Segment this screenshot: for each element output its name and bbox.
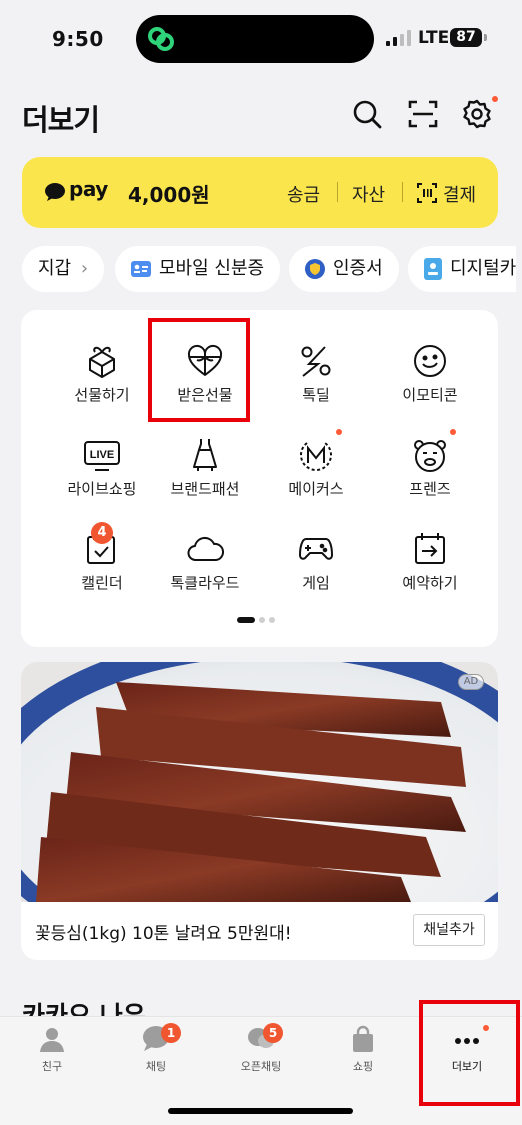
svg-text:LIVE: LIVE [90, 449, 114, 461]
tab-chats[interactable]: 채팅 [104, 1025, 208, 1085]
ad-card[interactable]: AD 꽃등심(1kg) 10톤 날려요 5만원대! 채널추가 [21, 662, 498, 960]
home-indicator[interactable] [168, 1108, 353, 1114]
tab-open-chat[interactable]: 오픈채팅 [209, 1025, 313, 1085]
dress-icon [193, 439, 217, 471]
grid-item-talk-cloud[interactable]: 톡클라우드 [150, 530, 260, 620]
dynamic-island [136, 15, 374, 63]
friends-notification-dot [450, 429, 456, 435]
page-indicator [237, 617, 279, 623]
grid-item-label: 라이브쇼핑 [67, 480, 137, 498]
page-dot [269, 617, 275, 623]
add-channel-button[interactable]: 채널추가 [413, 914, 485, 946]
grid-item-label: 이모티콘 [402, 386, 458, 404]
divider [337, 182, 338, 202]
page-dot [259, 617, 265, 623]
settings-notification-dot [492, 96, 498, 102]
card-icon [424, 258, 442, 280]
person-icon [40, 1028, 64, 1052]
chip-label: 모바일 신분증 [159, 258, 265, 279]
cloud-icon [187, 536, 224, 561]
chip-wallet[interactable]: 지갑 › [22, 246, 105, 292]
highlight-box-more-tab [419, 1000, 520, 1106]
tab-label: 채팅 [145, 1060, 167, 1073]
grid-item-makers[interactable]: 메이커스 [261, 436, 371, 526]
grid-item-talkdeal[interactable]: 톡딜 [261, 342, 371, 432]
shield-icon [305, 259, 325, 279]
chip-certificate[interactable]: 인증서 [289, 246, 399, 292]
grid-item-label: 예약하기 [402, 574, 458, 592]
page-dot-active [237, 617, 255, 623]
highlight-box-received-gift [148, 318, 250, 422]
grid-item-emoticon[interactable]: 이모티콘 [375, 342, 485, 432]
pay-bubble-icon [45, 183, 65, 201]
clock: 9:50 [52, 27, 104, 51]
reservation-icon [415, 533, 445, 564]
ad-badge: AD [458, 674, 484, 690]
tab-friends[interactable]: 친구 [0, 1025, 104, 1085]
transfer-button[interactable]: 송금 [287, 181, 320, 207]
chip-label: 인증서 [333, 258, 383, 279]
grid-item-reservation[interactable]: 예약하기 [375, 530, 485, 620]
barcode-icon [417, 183, 437, 203]
grid-item-label: 톡딜 [302, 386, 330, 404]
grid-item-label: 게임 [302, 574, 330, 592]
link-icon [148, 27, 174, 51]
chevron-right-icon: › [80, 258, 89, 279]
calendar-badge: 4 [91, 522, 113, 544]
friends-bear-icon [414, 440, 446, 472]
grid-item-label: 프렌즈 [409, 480, 451, 498]
tab-label: 쇼핑 [352, 1060, 374, 1073]
grid-item-live-shopping[interactable]: LIVE 라이브쇼핑 [47, 436, 157, 526]
id-card-icon [131, 261, 151, 277]
makers-icon [300, 442, 332, 471]
tab-shopping[interactable]: 쇼핑 [311, 1025, 415, 1085]
grid-item-label: 톡클라우드 [170, 574, 240, 592]
divider [402, 182, 403, 202]
grid-item-game[interactable]: 게임 [261, 530, 371, 620]
makers-notification-dot [336, 429, 342, 435]
gift-box-icon [89, 346, 115, 378]
signal-icon [386, 30, 411, 46]
percent-icon [301, 346, 331, 377]
gamepad-icon [299, 538, 333, 560]
chats-unread-badge: 1 [161, 1023, 181, 1043]
services-grid: 선물하기 받은선물 톡딜 이모티콘 LIVE 라이브쇼핑 브랜드패션 메이커스 … [21, 310, 498, 647]
live-tv-icon: LIVE [84, 441, 120, 471]
ad-headline[interactable]: 꽃등심(1kg) 10톤 날려요 5만원대! [35, 919, 292, 944]
scan-icon[interactable] [407, 98, 439, 130]
grid-item-label: 브랜드패션 [170, 480, 240, 498]
grid-item-gift[interactable]: 선물하기 [47, 342, 157, 432]
grid-item-friends[interactable]: 프렌즈 [375, 436, 485, 526]
network-label: LTE [418, 28, 450, 48]
grid-item-label: 캘린더 [81, 574, 123, 592]
pay-brand: pay [69, 177, 108, 201]
status-bar: 9:50 LTE 87 [0, 0, 522, 78]
smiley-icon [414, 345, 446, 377]
chip-label: 디지털카 [450, 258, 517, 279]
chip-label: 지갑 [38, 258, 72, 279]
grid-item-label: 선물하기 [74, 386, 130, 404]
pay-balance[interactable]: 4,000원 [128, 179, 210, 208]
steak-ad-image [21, 662, 498, 902]
tab-label: 친구 [41, 1060, 63, 1073]
grid-item-brand-fashion[interactable]: 브랜드패션 [150, 436, 260, 526]
battery-indicator: 87 [450, 28, 487, 47]
open-chat-unread-badge: 5 [263, 1023, 283, 1043]
assets-button[interactable]: 자산 [352, 181, 385, 207]
search-icon[interactable] [351, 98, 383, 130]
tab-label: 오픈채팅 [240, 1060, 282, 1073]
settings-icon[interactable] [461, 98, 493, 130]
payment-button[interactable]: 결제 [443, 181, 476, 207]
chip-digital-card[interactable]: 디지털카 [408, 246, 517, 292]
chip-mobile-id[interactable]: 모바일 신분증 [115, 246, 281, 292]
grid-item-label: 메이커스 [288, 480, 344, 498]
kakao-pay-bar[interactable]: pay 4,000원 송금 자산 결제 [22, 157, 498, 228]
page-title: 더보기 [22, 103, 100, 137]
shopping-bag-icon [353, 1025, 373, 1052]
